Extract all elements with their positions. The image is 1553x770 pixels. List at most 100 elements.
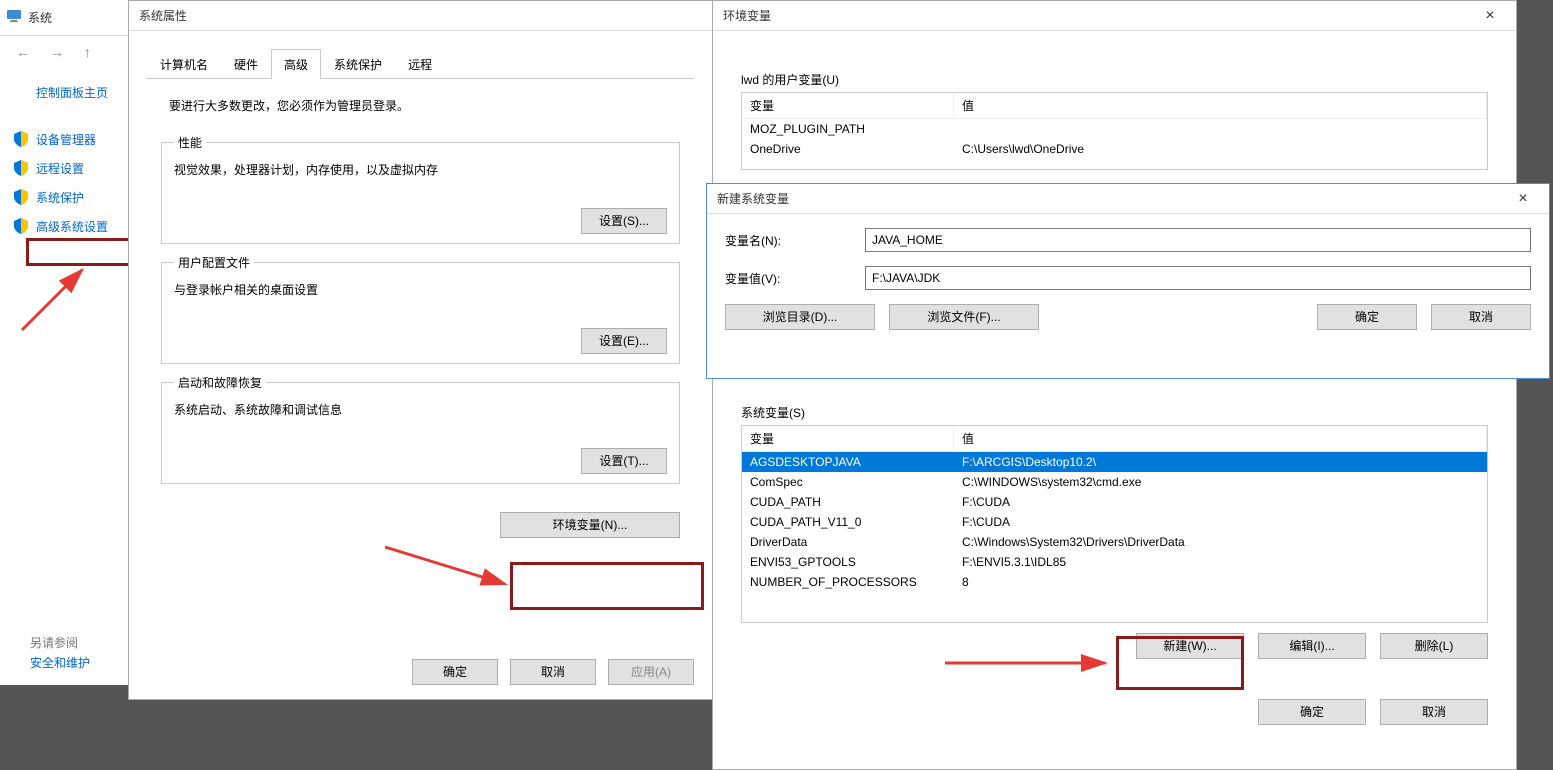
new-system-variable-dialog: 新建系统变量 × 变量名(N): 变量值(V): 浏览目录(D)... 浏览文件…: [706, 183, 1550, 379]
col-value[interactable]: 值: [954, 426, 1487, 451]
monitor-icon: [6, 8, 28, 27]
shield-icon: [14, 131, 28, 150]
system-properties-dialog: 系统属性 计算机名 硬件 高级 系统保护 远程 要进行大多数更改，您必须作为管理…: [128, 0, 713, 700]
system-vars-group: 系统变量(S) 变量 值 AGSDESKTOPJAVAF:\ARCGIS\Des…: [741, 400, 1488, 659]
shield-icon: [14, 160, 28, 179]
delete-button[interactable]: 删除(L): [1380, 633, 1488, 659]
sidebar-remote-settings[interactable]: 远程设置: [6, 154, 129, 183]
close-icon[interactable]: ×: [1503, 190, 1543, 208]
variable-name-row: 变量名(N):: [725, 228, 1531, 252]
var-value-cell: F:\CUDA: [954, 512, 1487, 532]
var-value-cell: 8: [954, 572, 1487, 592]
sidebar-advanced-system-settings[interactable]: 高级系统设置: [6, 212, 129, 241]
ok-button[interactable]: 确定: [1317, 304, 1417, 330]
cancel-button[interactable]: 取消: [1380, 699, 1488, 725]
userprofile-settings-button[interactable]: 设置(E)...: [581, 328, 667, 354]
variable-value-label: 变量值(V):: [725, 270, 865, 287]
var-name-cell: CUDA_PATH_V11_0: [742, 512, 954, 532]
user-vars-group: lwd 的用户变量(U) 变量 值 MOZ_PLUGIN_PATHOneDriv…: [741, 67, 1488, 170]
startup-settings-button[interactable]: 设置(T)...: [581, 448, 667, 474]
tab-system-protection[interactable]: 系统保护: [321, 49, 395, 79]
sidebar-item-label: 远程设置: [36, 162, 84, 176]
startup-text: 系统启动、系统故障和调试信息: [174, 401, 667, 418]
sysprops-tabs: 计算机名 硬件 高级 系统保护 远程: [147, 49, 694, 79]
sysprops-footer: 确定 取消 应用(A): [129, 645, 712, 699]
table-row[interactable]: CUDA_PATH_V11_0F:\CUDA: [742, 512, 1487, 532]
tab-remote[interactable]: 远程: [395, 49, 445, 79]
ok-button[interactable]: 确定: [1258, 699, 1366, 725]
ok-button[interactable]: 确定: [412, 659, 498, 685]
variable-value-row: 变量值(V):: [725, 266, 1531, 290]
var-value-cell: F:\ARCGIS\Desktop10.2\: [954, 452, 1487, 472]
col-value[interactable]: 值: [954, 93, 1487, 118]
table-row[interactable]: DriverDataC:\Windows\System32\Drivers\Dr…: [742, 532, 1487, 552]
var-value-cell: F:\CUDA: [954, 492, 1487, 512]
shield-icon: [14, 189, 28, 208]
col-variable[interactable]: 变量: [742, 426, 954, 451]
table-row[interactable]: ComSpecC:\WINDOWS\system32\cmd.exe: [742, 472, 1487, 492]
browse-file-button[interactable]: 浏览文件(F)...: [889, 304, 1039, 330]
performance-text: 视觉效果，处理器计划，内存使用，以及虚拟内存: [174, 161, 667, 178]
newvar-title: 新建系统变量: [713, 190, 1503, 207]
sidebar-system-protection[interactable]: 系统保护: [6, 183, 129, 212]
nav-toolbar: ← → ↑: [0, 36, 135, 68]
var-value-cell: C:\Windows\System32\Drivers\DriverData: [954, 532, 1487, 552]
user-vars-table[interactable]: 变量 值 MOZ_PLUGIN_PATHOneDriveC:\Users\lwd…: [741, 92, 1488, 170]
table-row[interactable]: CUDA_PATHF:\CUDA: [742, 492, 1487, 512]
cancel-button[interactable]: 取消: [510, 659, 596, 685]
system-vars-table[interactable]: 变量 值 AGSDESKTOPJAVAF:\ARCGIS\Desktop10.2…: [741, 425, 1488, 623]
edit-button[interactable]: 编辑(I)...: [1258, 633, 1366, 659]
var-name-cell: ComSpec: [742, 472, 954, 492]
table-row[interactable]: AGSDESKTOPJAVAF:\ARCGIS\Desktop10.2\: [742, 452, 1487, 472]
nav-back-icon[interactable]: ←: [16, 44, 30, 60]
system-vars-label: 系统变量(S): [741, 400, 1488, 425]
sidebar-device-manager[interactable]: 设备管理器: [6, 125, 129, 154]
var-name-cell: CUDA_PATH: [742, 492, 954, 512]
table-row[interactable]: OneDriveC:\Users\lwd\OneDrive: [742, 139, 1487, 159]
apply-button: 应用(A): [608, 659, 694, 685]
var-name-cell: AGSDESKTOPJAVA: [742, 452, 954, 472]
tab-advanced[interactable]: 高级: [271, 49, 321, 79]
environment-variables-button[interactable]: 环境变量(N)...: [500, 512, 680, 538]
table-row[interactable]: NUMBER_OF_PROCESSORS8: [742, 572, 1487, 592]
table-row[interactable]: ENVI53_GPTOOLSF:\ENVI5.3.1\IDL85: [742, 552, 1487, 572]
newvar-titlebar: 新建系统变量 ×: [707, 184, 1549, 214]
variable-name-label: 变量名(N):: [725, 232, 865, 249]
variable-value-input[interactable]: [865, 266, 1531, 290]
var-value-cell: F:\ENVI5.3.1\IDL85: [954, 552, 1487, 572]
control-panel-sidebar: 控制面板主页 设备管理器 远程设置 系统保护 高级系统设置: [0, 68, 135, 251]
var-name-cell: MOZ_PLUGIN_PATH: [742, 119, 954, 139]
system-titlebar: 系统: [0, 0, 135, 36]
startup-legend: 启动和故障恢复: [174, 374, 266, 391]
var-value-cell: C:\Users\lwd\OneDrive: [954, 139, 1487, 159]
nav-forward-icon[interactable]: →: [50, 44, 64, 60]
new-button[interactable]: 新建(W)...: [1136, 633, 1244, 659]
browse-directory-button[interactable]: 浏览目录(D)...: [725, 304, 875, 330]
close-icon[interactable]: ×: [1470, 7, 1510, 25]
var-name-cell: OneDrive: [742, 139, 954, 159]
var-value-cell: C:\WINDOWS\system32\cmd.exe: [954, 472, 1487, 492]
col-variable[interactable]: 变量: [742, 93, 954, 118]
sidebar-item-label: 高级系统设置: [36, 220, 108, 234]
user-vars-label: lwd 的用户变量(U): [741, 67, 1488, 92]
userprofile-text: 与登录帐户相关的桌面设置: [174, 281, 667, 298]
table-row[interactable]: MOZ_PLUGIN_PATH: [742, 119, 1487, 139]
performance-group: 性能 视觉效果，处理器计划，内存使用，以及虚拟内存 设置(S)...: [161, 134, 680, 244]
envvar-title: 环境变量: [719, 7, 1470, 24]
sysprops-title: 系统属性: [135, 7, 706, 24]
userprofile-group: 用户配置文件 与登录帐户相关的桌面设置 设置(E)...: [161, 254, 680, 364]
cancel-button[interactable]: 取消: [1431, 304, 1531, 330]
performance-legend: 性能: [174, 134, 206, 151]
security-maintenance-link[interactable]: 安全和维护: [0, 648, 120, 677]
system-control-panel: 系统 ← → ↑ 控制面板主页 设备管理器 远程设置 系统保护 高级系统设置 另…: [0, 0, 135, 685]
tab-computer-name[interactable]: 计算机名: [147, 49, 221, 79]
nav-up-icon[interactable]: ↑: [84, 44, 91, 60]
variable-name-input[interactable]: [865, 228, 1531, 252]
var-name-cell: ENVI53_GPTOOLS: [742, 552, 954, 572]
var-name-cell: DriverData: [742, 532, 954, 552]
sysprops-titlebar: 系统属性: [129, 1, 712, 31]
control-panel-home-link[interactable]: 控制面板主页: [6, 78, 129, 107]
admin-note: 要进行大多数更改，您必须作为管理员登录。: [161, 87, 680, 124]
performance-settings-button[interactable]: 设置(S)...: [581, 208, 667, 234]
tab-hardware[interactable]: 硬件: [221, 49, 271, 79]
